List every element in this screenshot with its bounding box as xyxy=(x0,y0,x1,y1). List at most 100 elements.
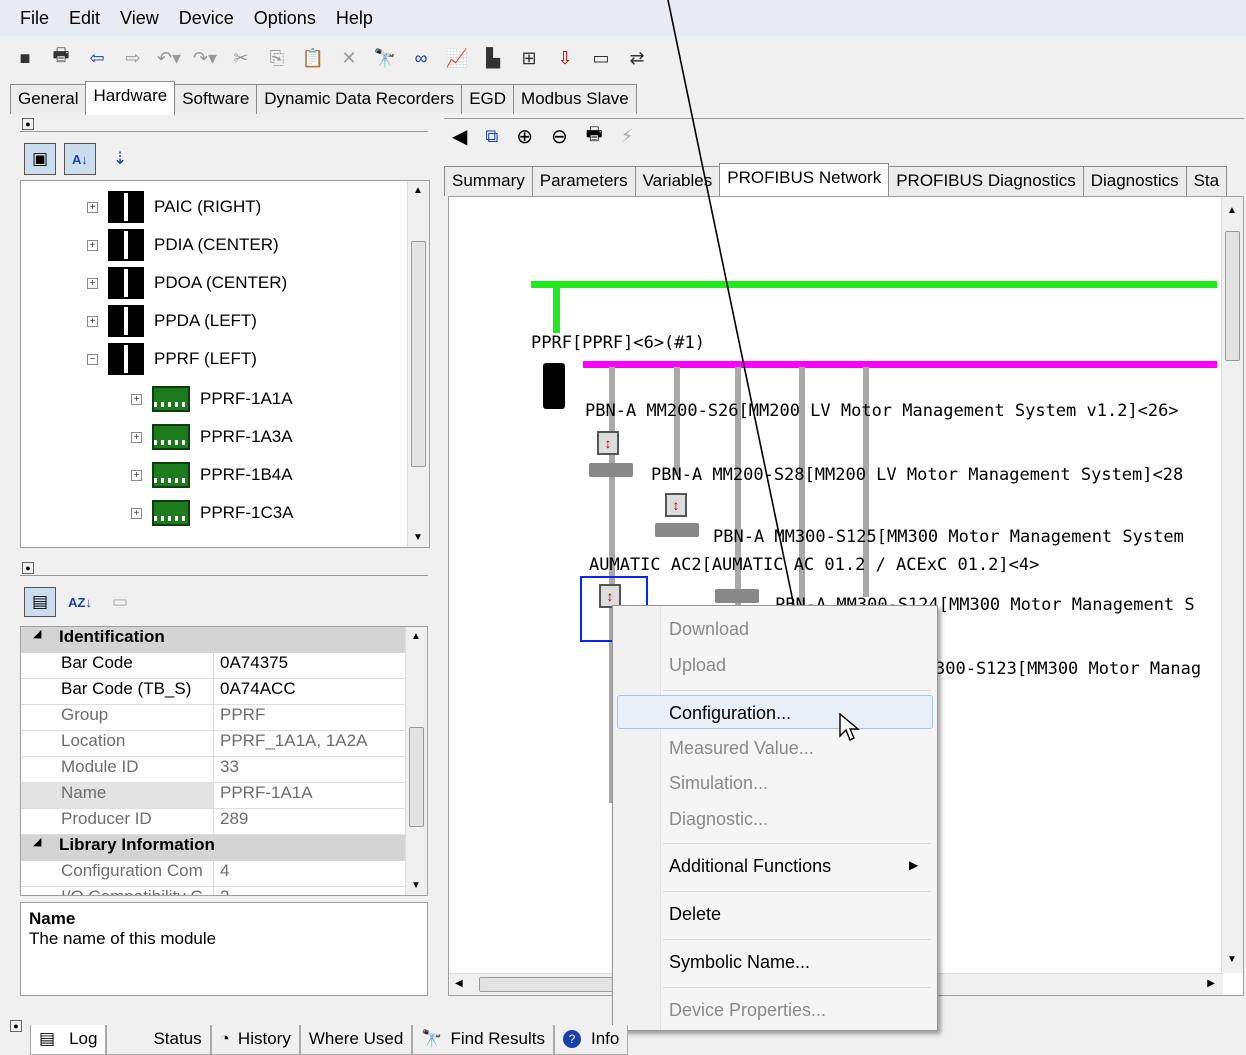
props-scrollbar[interactable]: ▲ ▼ xyxy=(405,627,427,895)
scroll-thumb[interactable] xyxy=(411,241,426,467)
scroll-thumb[interactable] xyxy=(479,977,619,992)
scroll-down-icon[interactable]: ▼ xyxy=(411,880,421,891)
tab-history[interactable]: ◔ History xyxy=(210,1024,300,1055)
network-icon[interactable]: ⊞ xyxy=(518,47,540,69)
tab-hardware[interactable]: Hardware xyxy=(85,81,176,115)
menu-device[interactable]: Device xyxy=(169,8,244,29)
prop-row-name[interactable]: Name PPRF-1A1A xyxy=(21,783,407,809)
expand-icon[interactable]: + xyxy=(87,315,98,327)
slave-device-icon[interactable]: ↕ xyxy=(597,431,619,455)
canvas-vscrollbar[interactable]: ▲ ▼ xyxy=(1221,197,1243,973)
scroll-right-icon[interactable]: ▶ xyxy=(1207,978,1215,989)
menu-edit[interactable]: Edit xyxy=(59,8,110,29)
expand-icon[interactable]: + xyxy=(131,469,142,481)
tab-general[interactable]: General xyxy=(10,84,87,114)
device-label-mm300-s123[interactable]: 300-S123[MM300 Motor Manag xyxy=(935,659,1201,679)
tab-diagnostics[interactable]: Diagnostics xyxy=(1082,166,1187,196)
collapse-icon[interactable]: ◢ xyxy=(33,627,41,640)
tree-item-pdoa[interactable]: + PDOA (CENTER) xyxy=(87,265,287,301)
redo-icon[interactable]: ↷▾ xyxy=(193,47,217,69)
expand-icon[interactable]: + xyxy=(87,201,98,213)
monitor-icon[interactable]: ▭ xyxy=(590,47,612,69)
categorized-icon[interactable]: ▤ xyxy=(24,587,56,617)
prop-row-bar-code[interactable]: Bar Code 0A74375 xyxy=(21,653,407,679)
menu-item-download[interactable]: Download xyxy=(669,619,749,640)
tab-where-used[interactable]: Where Used xyxy=(299,1024,413,1055)
scroll-thumb[interactable] xyxy=(1225,231,1240,361)
menu-view[interactable]: View xyxy=(110,8,169,29)
menu-item-simulation[interactable]: Simulation... xyxy=(669,773,768,794)
tree-item-pprf-1b4a[interactable]: + PPRF-1B4A xyxy=(131,457,293,493)
menu-file[interactable]: File xyxy=(10,8,59,29)
menu-item-configuration-label[interactable]: Configuration... xyxy=(669,703,791,724)
menu-help[interactable]: Help xyxy=(326,8,383,29)
tree-item-pdia[interactable]: + PDIA (CENTER) xyxy=(87,227,279,263)
paste-icon[interactable]: 📋 xyxy=(302,47,324,69)
collapse-icon[interactable]: ◢ xyxy=(33,835,41,848)
tree-item-paic[interactable]: + PAIC (RIGHT) xyxy=(87,189,261,225)
prop-row-configuration-compat[interactable]: Configuration Com 4 xyxy=(21,861,407,887)
print-icon[interactable]: 🖶 xyxy=(50,45,72,69)
scroll-thumb[interactable] xyxy=(409,727,424,827)
prop-row-bar-code-tbs[interactable]: Bar Code (TB_S) 0A74ACC xyxy=(21,679,407,705)
tab-summary[interactable]: Summary xyxy=(444,166,533,196)
tree-item-pprf-1c3a[interactable]: + PPRF-1C3A xyxy=(131,495,294,531)
bottom-pin-icon[interactable]: ● xyxy=(10,1020,22,1032)
alphabetical-icon[interactable]: AZ↓ xyxy=(64,587,96,617)
tab-software[interactable]: Software xyxy=(174,84,258,114)
menu-item-device-properties[interactable]: Device Properties... xyxy=(669,1000,826,1021)
tab-status-output[interactable]: Status xyxy=(106,1024,211,1055)
expand-icon[interactable]: + xyxy=(131,507,142,519)
tab-egd[interactable]: EGD xyxy=(461,84,515,114)
prop-row-location[interactable]: Location PPRF_1A1A, 1A2A xyxy=(21,731,407,757)
trend-icon[interactable]: 📈 xyxy=(446,47,468,69)
chart-icon[interactable]: ▙ xyxy=(482,47,504,69)
window-icon[interactable]: ⧉ xyxy=(485,126,498,147)
scroll-up-icon[interactable]: ▲ xyxy=(1227,205,1237,216)
tree-item-pprf-1a3a[interactable]: + PPRF-1A3A xyxy=(131,419,293,455)
menu-item-delete[interactable]: Delete xyxy=(669,904,721,925)
zoom-out-icon[interactable]: ⊖ xyxy=(551,124,568,149)
sort-az-icon[interactable]: A↓ xyxy=(64,143,96,175)
master-device-icon[interactable] xyxy=(543,363,565,409)
prop-row-producer-id[interactable]: Producer ID 289 xyxy=(21,809,407,835)
undo-icon[interactable]: ↶▾ xyxy=(157,47,181,69)
print-icon[interactable]: 🖶 xyxy=(586,122,603,152)
tab-modbus-slave[interactable]: Modbus Slave xyxy=(513,84,637,114)
property-pages-icon[interactable]: ▭ xyxy=(104,587,136,617)
delete-icon[interactable]: ✕ xyxy=(338,47,360,69)
collapse-icon[interactable]: − xyxy=(87,353,98,365)
copy-icon[interactable]: ⎘ xyxy=(266,47,288,69)
tab-info[interactable]: ? Info xyxy=(553,1024,629,1055)
menu-item-symbolic-name[interactable]: Symbolic Name... xyxy=(669,952,810,973)
menu-options[interactable]: Options xyxy=(244,8,326,29)
tab-parameters[interactable]: Parameters xyxy=(531,166,636,196)
find-icon[interactable]: 🔭 xyxy=(374,47,396,69)
pin-icon[interactable]: ● xyxy=(22,118,34,130)
menu-item-additional-functions[interactable]: Additional Functions xyxy=(669,856,831,877)
tree-item-ppda[interactable]: + PPDA (LEFT) xyxy=(87,303,257,339)
tab-dynamic-data-recorders[interactable]: Dynamic Data Recorders xyxy=(256,84,463,114)
download-icon[interactable]: ⇩ xyxy=(554,47,576,69)
sort-custom-icon[interactable]: ⇣ xyxy=(104,143,136,175)
zoom-in-icon[interactable]: ⊕ xyxy=(516,124,533,149)
pin-icon[interactable]: ● xyxy=(22,562,34,574)
lightning-icon[interactable]: ⚡ xyxy=(621,126,634,147)
scroll-up-icon[interactable]: ▲ xyxy=(411,631,421,642)
tab-profibus-diagnostics[interactable]: PROFIBUS Diagnostics xyxy=(888,166,1084,196)
expand-icon[interactable]: + xyxy=(87,239,98,251)
menu-item-measured-value[interactable]: Measured Value... xyxy=(669,738,814,759)
tab-status[interactable]: Sta xyxy=(1185,166,1228,196)
hardware-tree[interactable]: + PAIC (RIGHT) + PDIA (CENTER) + PDOA (C… xyxy=(20,180,430,548)
scroll-down-icon[interactable]: ▼ xyxy=(413,532,423,543)
category-identification[interactable]: ◢ Identification xyxy=(21,627,407,653)
tab-log[interactable]: ▤ Log xyxy=(30,1024,107,1055)
scroll-left-icon[interactable]: ◀ xyxy=(455,978,463,989)
category-library-information[interactable]: ◢ Library Information xyxy=(21,835,407,861)
expand-icon[interactable]: + xyxy=(131,431,142,443)
prop-row-module-id[interactable]: Module ID 33 xyxy=(21,757,407,783)
expand-icon[interactable]: + xyxy=(131,393,142,405)
back-icon[interactable]: ◀ xyxy=(452,124,467,149)
tab-find-results[interactable]: 🔭 Find Results xyxy=(412,1024,554,1055)
cut-icon[interactable]: ✂ xyxy=(230,47,252,69)
